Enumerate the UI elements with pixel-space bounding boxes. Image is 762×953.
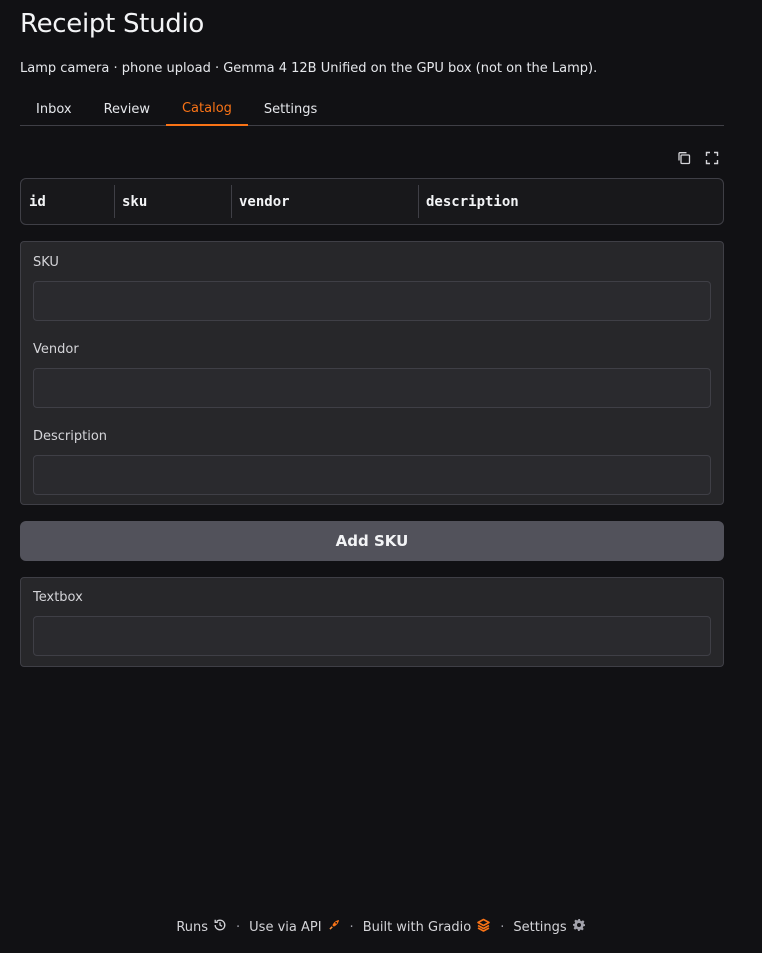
footer-built-label: Built with Gradio [362, 919, 472, 935]
sku-form: SKU Vendor Description [20, 241, 724, 505]
footer-api-label: Use via API [249, 919, 322, 935]
add-sku-button[interactable]: Add SKU [20, 521, 724, 561]
history-icon [213, 918, 227, 936]
output-panel: Textbox [20, 577, 724, 667]
sku-label: SKU [33, 255, 59, 270]
description-label: Description [33, 429, 108, 444]
fullscreen-icon[interactable] [703, 149, 721, 167]
rocket-icon [327, 918, 341, 936]
column-header-sku[interactable]: sku [114, 179, 231, 224]
sku-input[interactable] [33, 281, 711, 321]
textbox-label: Textbox [33, 590, 83, 605]
tab-bar: Inbox Review Catalog Settings [20, 93, 724, 126]
description-input[interactable] [33, 455, 711, 495]
footer-api-link[interactable]: Use via API [249, 918, 340, 936]
output-textbox[interactable] [33, 616, 711, 656]
tab-inbox[interactable]: Inbox [20, 93, 88, 126]
footer-separator: · [236, 919, 241, 935]
catalog-table: id sku vendor description [20, 178, 724, 225]
column-header-id[interactable]: id [21, 179, 114, 224]
page-subtitle: Lamp camera · phone upload · Gemma 4 12B… [20, 61, 598, 76]
column-header-vendor[interactable]: vendor [231, 179, 418, 224]
gear-icon [572, 918, 586, 936]
tab-catalog[interactable]: Catalog [165, 93, 248, 126]
footer-settings-label: Settings [513, 919, 567, 935]
footer-runs-link[interactable]: Runs [176, 918, 227, 936]
footer-separator: · [500, 919, 505, 935]
page-title: Receipt Studio [20, 9, 204, 39]
table-toolbar [675, 149, 721, 167]
column-header-description[interactable]: description [418, 179, 723, 224]
footer-separator: · [349, 919, 354, 935]
vendor-input[interactable] [33, 368, 711, 408]
footer-settings-link[interactable]: Settings [513, 918, 585, 936]
footer-runs-label: Runs [176, 919, 209, 935]
vendor-label: Vendor [33, 342, 79, 357]
gradio-logo-icon [476, 918, 491, 936]
footer-gradio-link[interactable]: Built with Gradio [363, 918, 492, 936]
tab-review[interactable]: Review [88, 93, 166, 126]
footer: Runs · Use via API · Built with Gradio ·… [0, 917, 762, 937]
tab-settings[interactable]: Settings [248, 93, 333, 126]
copy-icon[interactable] [675, 149, 693, 167]
app-root: Receipt Studio Lamp camera · phone uploa… [0, 0, 762, 953]
